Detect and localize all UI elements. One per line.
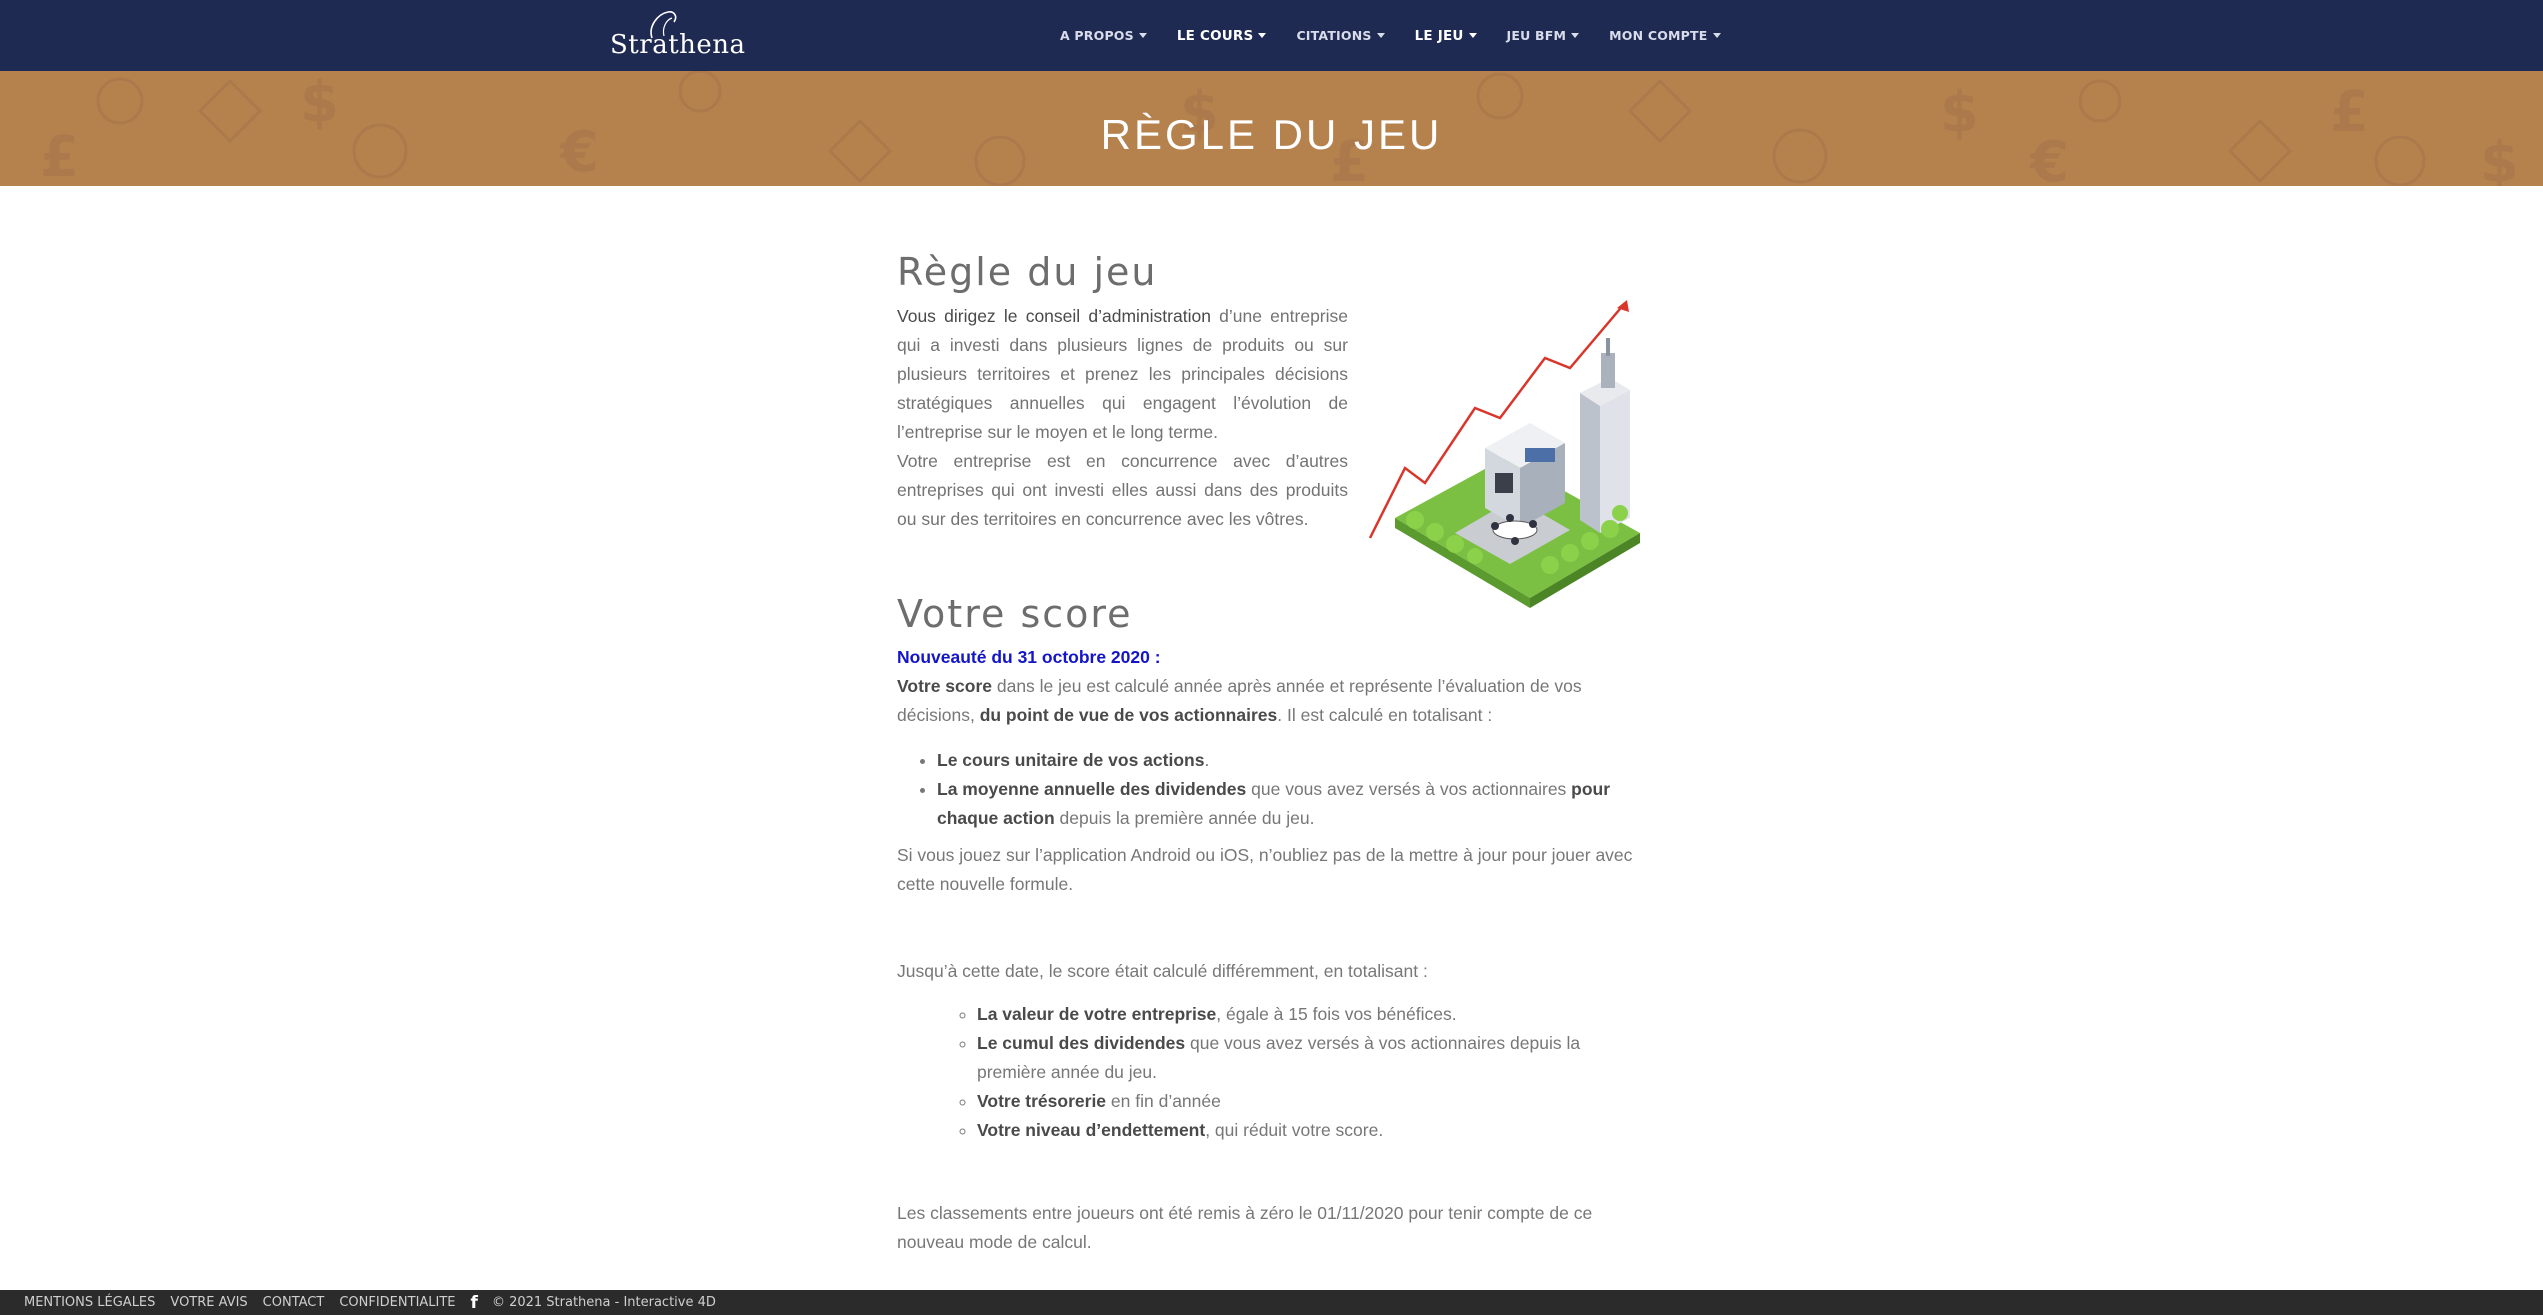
nav-label: MON COMPTE [1609, 28, 1708, 43]
score-bold-1: Votre score [897, 676, 992, 697]
nav-item-a-propos[interactable]: A PROPOS [1060, 28, 1147, 43]
list-item-text: depuis la première année du jeu. [1054, 808, 1315, 829]
brand-logo[interactable]: Strathena [610, 8, 750, 62]
footer-link-contact[interactable]: CONTACT [263, 1295, 325, 1310]
ranking-reset-note: Les classements entre joueurs ont été re… [897, 1203, 1593, 1253]
list-item-bold: Votre niveau d’endettement [977, 1120, 1206, 1141]
footer-link-mentions[interactable]: MENTIONS LÉGALES [24, 1295, 155, 1310]
list-item: Le cumul des dividendes que vous avez ve… [977, 1029, 1647, 1087]
caret-down-icon [1138, 33, 1147, 38]
footer-bar: MENTIONS LÉGALES VOTRE AVIS CONTACT CONF… [0, 1290, 2543, 1315]
isometric-city-growth-illustration [1368, 299, 1640, 608]
copyright-text: © 2021 Strathena - Interactive 4D [491, 1295, 716, 1310]
previous-score-list: La valeur de votre entreprise, égale à 1… [977, 1000, 1647, 1145]
nav-label: LE COURS [1176, 27, 1254, 44]
footer-link-confidentialite[interactable]: CONFIDENTIALITE [339, 1295, 455, 1310]
list-item-bold: La moyenne annuelle des dividendes [937, 779, 1247, 800]
list-item-bold: Votre trésorerie [977, 1091, 1107, 1112]
top-navbar: Strathena A PROPOS LE COURS CITATIONS LE… [0, 0, 2543, 71]
caret-down-icon [1712, 33, 1721, 38]
app-update-note: Si vous jouez sur l’application Android … [897, 845, 1633, 895]
previous-score-note: Jusqu’à cette date, le score était calcu… [897, 961, 1428, 982]
news-heading: Nouveauté du 31 octobre 2020 : [897, 647, 1161, 668]
list-item-text: que vous avez versés à vos actionnaires [1246, 779, 1572, 800]
list-item-text: en fin d’année [1106, 1091, 1221, 1112]
nav-item-le-jeu[interactable]: LE JEU [1415, 28, 1477, 44]
nav-item-le-cours[interactable]: LE COURS [1177, 28, 1267, 44]
footer-link-avis[interactable]: VOTRE AVIS [170, 1295, 247, 1310]
score-bold-2: du point de vue de vos actionnaires [979, 705, 1278, 726]
intro-bold: Vous dirigez le conseil d’administration [897, 305, 1211, 326]
list-item-bold: Le cumul des dividendes [977, 1033, 1186, 1054]
caret-down-icon [1571, 33, 1580, 38]
brand-name[interactable]: Strathena [610, 30, 746, 60]
list-item: La valeur de votre entreprise, égale à 1… [977, 1000, 1647, 1029]
score-block: Nouveauté du 31 octobre 2020 : Votre sco… [897, 643, 1647, 1257]
main-menu: A PROPOS LE COURS CITATIONS LE JEU JEU B… [1060, 0, 1751, 71]
caret-down-icon [1468, 33, 1477, 38]
score-components-list: Le cours unitaire de vos actions. La moy… [937, 746, 1647, 833]
list-item: Votre niveau d’endettement, qui réduit v… [977, 1116, 1647, 1145]
main-content: Règle du jeu Vous dirigez le conseil d’a… [897, 250, 1647, 1257]
section-title-regle: Règle du jeu [897, 250, 1158, 294]
list-item-text: , égale à 15 fois vos bénéfices. [1216, 1004, 1457, 1025]
nav-item-citations[interactable]: CITATIONS [1296, 28, 1385, 43]
intro-paragraph-2: Votre entreprise est en concurrence avec… [897, 450, 1348, 529]
list-item: Votre trésorerie en fin d’année [977, 1087, 1647, 1116]
caret-down-icon [1376, 33, 1385, 38]
list-item-bold: Le cours unitaire de vos actions [937, 750, 1205, 771]
page-title: RÈGLE DU JEU [1100, 111, 1443, 158]
facebook-icon[interactable]: f [471, 1293, 478, 1313]
list-item-bold: La valeur de votre entreprise [977, 1004, 1217, 1025]
page-banner: £ $ € $ £ $ € £ $ RÈGLE DU JEU [0, 71, 2543, 186]
list-item: La moyenne annuelle des dividendes que v… [937, 775, 1647, 833]
list-item: Le cours unitaire de vos actions. [937, 746, 1647, 775]
nav-label: A PROPOS [1060, 28, 1134, 43]
list-item-text: . [1204, 750, 1210, 771]
nav-label: LE JEU [1414, 27, 1464, 44]
nav-item-mon-compte[interactable]: MON COMPTE [1609, 28, 1721, 43]
nav-item-jeu-bfm[interactable]: JEU BFM [1507, 28, 1580, 43]
caret-down-icon [1258, 33, 1267, 38]
nav-label: CITATIONS [1296, 28, 1372, 43]
score-text-2: . Il est calculé en totalisant : [1277, 705, 1493, 726]
list-item-text: , qui réduit votre score. [1205, 1120, 1384, 1141]
intro-paragraph-1: Vous dirigez le conseil d’administration… [897, 302, 1348, 447]
score-paragraph: Votre score dans le jeu est calculé anné… [897, 672, 1647, 730]
intro-block: Vous dirigez le conseil d’administration… [897, 299, 1647, 608]
nav-label: JEU BFM [1506, 28, 1567, 43]
